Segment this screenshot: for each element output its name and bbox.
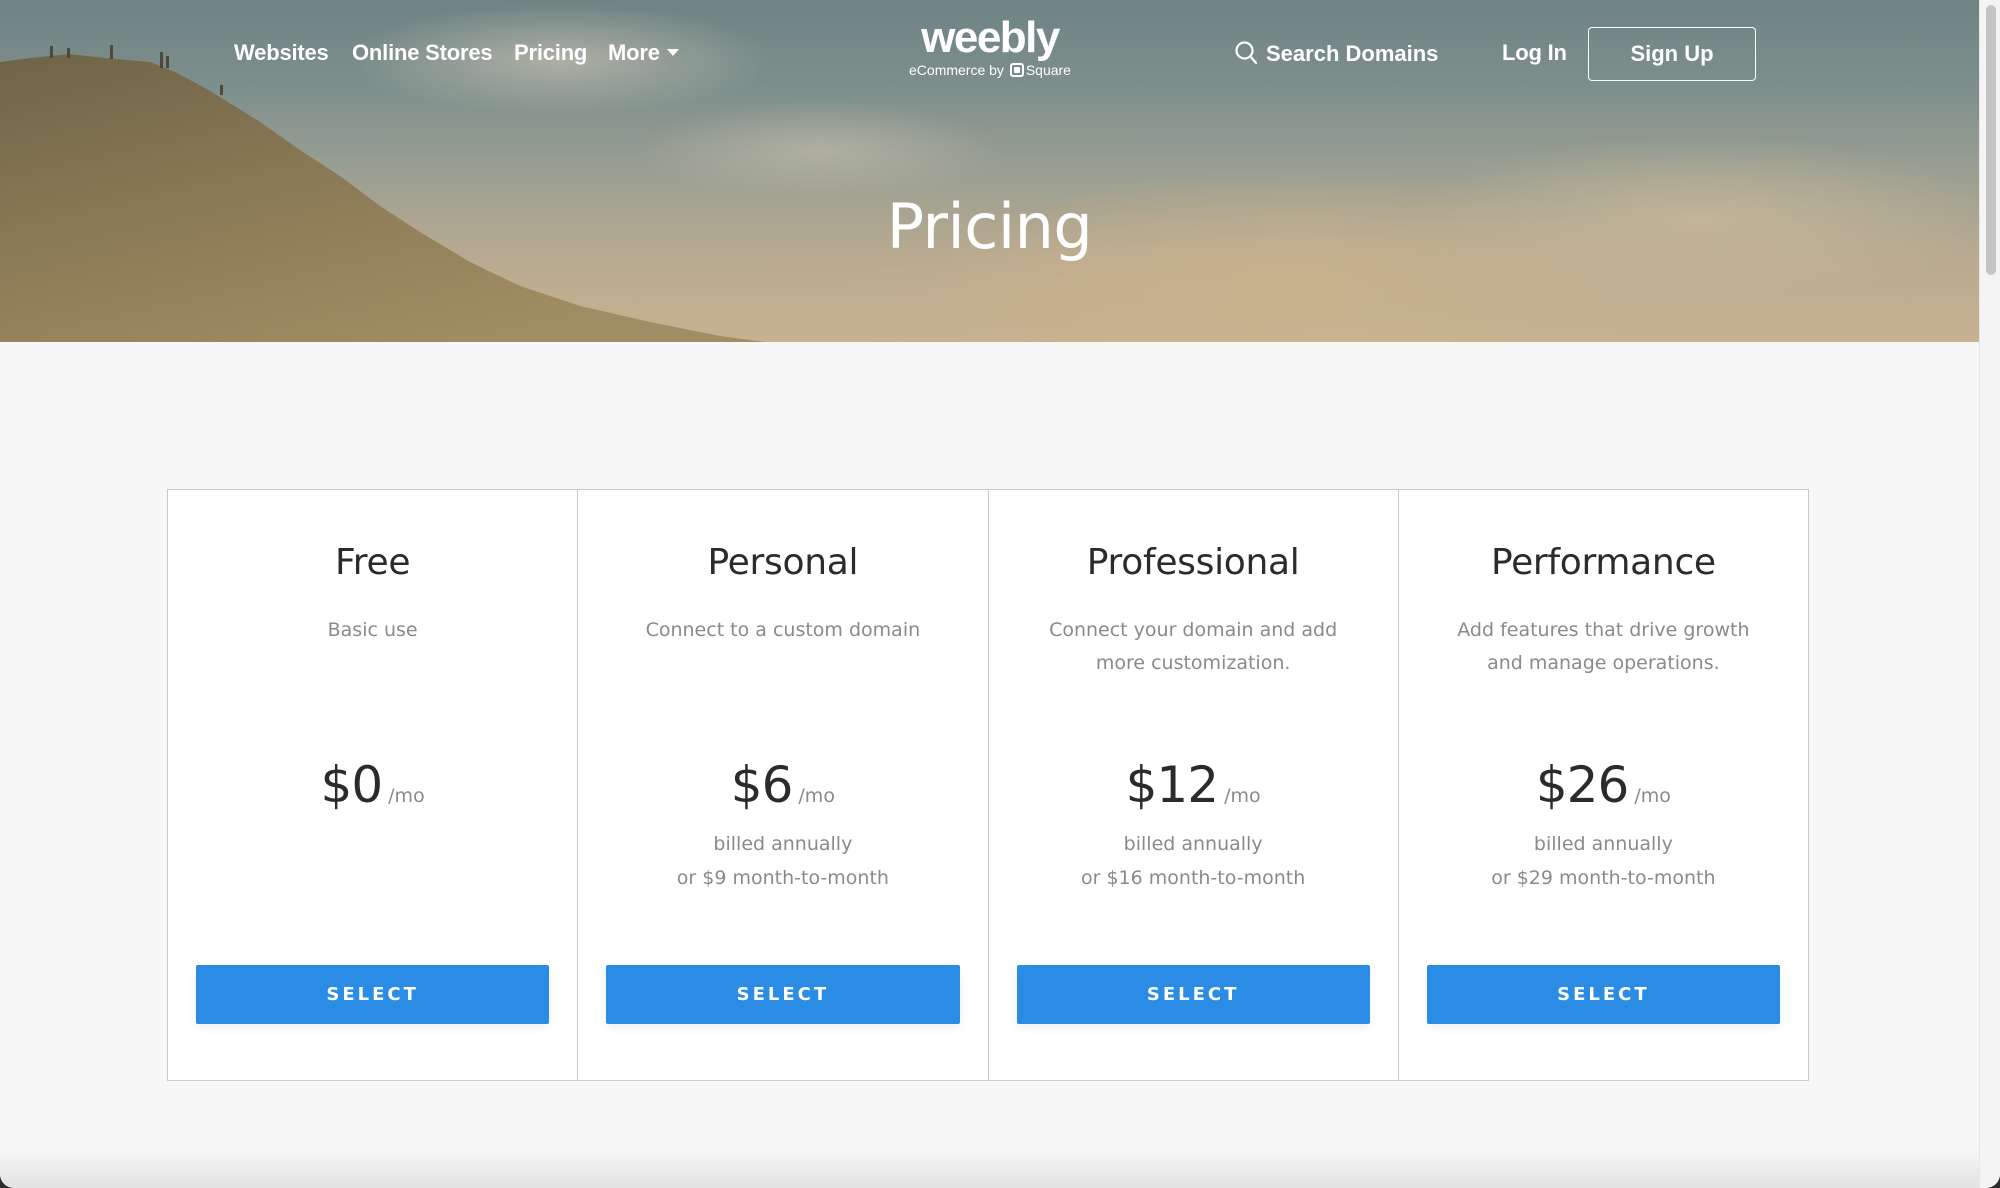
billing-info: billed annually or $16 month-to-month xyxy=(989,827,1398,895)
plan-name: Professional xyxy=(1086,542,1300,583)
plan-price: $12/mo xyxy=(989,756,1398,814)
square-logo-icon xyxy=(1009,63,1024,77)
logo-tagline-prefix: eCommerce by xyxy=(909,62,1004,78)
plan-price: $6/mo xyxy=(578,756,987,814)
price-period: /mo xyxy=(1634,785,1671,807)
billing-line-monthly: or $16 month-to-month xyxy=(1080,867,1306,889)
price-amount: $6 xyxy=(730,756,794,814)
select-plan-button-performance[interactable]: SELECT xyxy=(1426,965,1780,1024)
plan-card-personal: Personal Connect to a custom domain $6/m… xyxy=(578,490,989,1080)
billing-line-annual: billed annually xyxy=(1533,833,1673,855)
nav-link-online-stores[interactable]: Online Stores xyxy=(352,40,493,66)
plan-price: $0/mo xyxy=(168,756,577,814)
price-amount: $12 xyxy=(1125,756,1219,814)
price-period: /mo xyxy=(388,785,425,807)
nav-link-more[interactable]: More xyxy=(608,40,679,66)
window-bottom-shadow xyxy=(0,1148,1979,1188)
top-nav: Websites Online Stores Pricing More weeb… xyxy=(0,0,1979,110)
plan-card-performance: Performance Add features that drive grow… xyxy=(1399,490,1808,1080)
search-domains-link[interactable]: Search Domains xyxy=(1234,40,1438,67)
select-plan-button-free[interactable]: SELECT xyxy=(196,965,550,1024)
billing-line-annual: billed annually xyxy=(713,833,853,855)
caret-down-icon xyxy=(666,48,679,56)
plan-description: Connect your domain and add more customi… xyxy=(1049,619,1338,674)
billing-line-monthly: or $9 month-to-month xyxy=(676,867,889,889)
nav-link-pricing[interactable]: Pricing xyxy=(514,40,587,66)
logo-wordmark: weebly xyxy=(921,13,1060,62)
plan-name: Performance xyxy=(1490,542,1716,583)
plan-name: Personal xyxy=(707,542,859,583)
page-title: Pricing xyxy=(886,190,1093,263)
billing-info: billed annually or $29 month-to-month xyxy=(1399,827,1808,895)
hero-banner: Websites Online Stores Pricing More weeb… xyxy=(0,0,1979,342)
scrollbar-thumb[interactable] xyxy=(1986,5,1996,275)
price-amount: $26 xyxy=(1535,756,1629,814)
plan-name: Free xyxy=(335,542,411,583)
plan-description: Connect to a custom domain xyxy=(645,619,921,641)
plan-description: Basic use xyxy=(327,619,418,641)
search-icon xyxy=(1235,41,1258,65)
plan-description: Add features that drive growth and manag… xyxy=(1457,619,1750,674)
browser-window: Websites Online Stores Pricing More weeb… xyxy=(0,0,2000,1188)
price-amount: $0 xyxy=(320,756,384,814)
select-plan-button-personal[interactable]: SELECT xyxy=(606,965,960,1024)
plan-card-professional: Professional Connect your domain and add… xyxy=(989,490,1399,1080)
logo-tagline: eCommerce by Square xyxy=(890,62,1090,78)
pricing-plans: Free Basic use $0/mo SELECT Personal Con… xyxy=(167,489,1809,1081)
billing-line-annual: billed annually xyxy=(1123,833,1263,855)
page: Websites Online Stores Pricing More weeb… xyxy=(0,0,1979,1188)
billing-info: billed annually or $9 month-to-month xyxy=(578,827,987,895)
billing-line-monthly: or $29 month-to-month xyxy=(1491,867,1716,889)
logo-tagline-brand: Square xyxy=(1025,62,1071,78)
signup-button[interactable]: Sign Up xyxy=(1588,27,1756,81)
select-plan-button-professional[interactable]: SELECT xyxy=(1016,965,1370,1024)
nav-more-label: More xyxy=(608,40,660,65)
login-link[interactable]: Log In xyxy=(1502,40,1567,66)
weebly-logo[interactable]: weebly eCommerce by Square xyxy=(890,13,1090,79)
nav-link-websites[interactable]: Websites xyxy=(234,40,329,66)
plan-price: $26/mo xyxy=(1399,756,1808,814)
price-period: /mo xyxy=(798,785,835,807)
plan-card-free: Free Basic use $0/mo SELECT xyxy=(168,490,579,1080)
price-period: /mo xyxy=(1224,785,1261,807)
search-domains-label: Search Domains xyxy=(1266,41,1439,66)
vertical-scrollbar[interactable] xyxy=(1979,0,2000,1188)
